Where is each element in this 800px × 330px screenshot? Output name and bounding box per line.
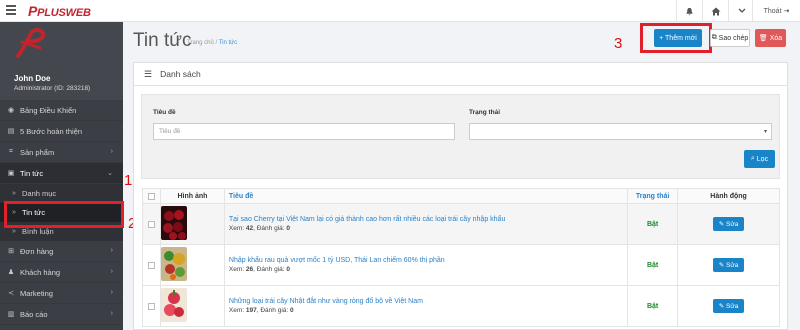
chevron-right-icon: › [110, 289, 113, 296]
sidebar-item-orders[interactable]: ⊞ Đơn hàng › [0, 241, 123, 262]
chevron-right-icon: › [110, 148, 113, 155]
annotation-number: 3 [614, 35, 623, 52]
share-icon: ≺ [8, 290, 14, 297]
news-title-link[interactable]: Nhập khẩu rau quả vượt mốc 1 tỷ USD, Thá… [229, 257, 627, 264]
sidebar-item-steps[interactable]: ▤ 5 Bước hoàn thiện [0, 121, 123, 142]
products-icon: ⌗ [9, 148, 13, 155]
cart-icon: ⊞ [8, 248, 14, 255]
sidebar-item-marketing[interactable]: ≺ Marketing › [0, 283, 123, 304]
chevron-right-icon: › [110, 268, 113, 275]
column-header-actions: Hành động [677, 188, 780, 204]
logo[interactable]: PPLUSWEB [28, 3, 91, 19]
thumbnail-fruit [160, 288, 187, 322]
table-row: Tại sao Cherry tại Việt Nam lại có giá t… [142, 203, 780, 245]
table-row: Những loại trái cây Nhật đắt như vàng rò… [142, 285, 780, 327]
row-checkbox[interactable] [147, 220, 155, 228]
pencil-icon: ✎ [718, 262, 725, 269]
page-title: Tin tức [133, 30, 192, 51]
sidebar-item-products[interactable]: ⌗ Sản phẩm › [0, 142, 123, 163]
column-header-image: Hình ảnh [159, 188, 225, 204]
user-profile: John Doe Administrator (ID: 283218) [0, 22, 123, 100]
edit-button[interactable]: ✎ Sửa [713, 258, 745, 272]
news-meta: Xem: 26, Đánh giá: 0 [228, 266, 290, 273]
row-checkbox[interactable] [147, 261, 155, 269]
list-icon: ☰ [144, 68, 153, 79]
copy-button[interactable]: ⧉ Sao chép [710, 29, 750, 47]
select-all-checkbox[interactable] [147, 192, 155, 200]
trash-icon: 🗑 [758, 35, 768, 42]
status-badge[interactable]: Bật [627, 203, 679, 245]
column-header-status[interactable]: Trạng thái [627, 188, 679, 204]
top-bar: PPLUSWEB Thoát ⇥ [0, 0, 800, 22]
news-meta: Xem: 42, Đánh giá: 0 [228, 225, 290, 232]
news-meta: Xem: 197, Đánh giá: 0 [228, 307, 294, 314]
panel-header: ☰ Danh sách [134, 63, 787, 86]
avatar [16, 28, 46, 58]
news-title-link[interactable]: Tại sao Cherry tại Việt Nam lại có giá t… [229, 216, 627, 223]
copy-icon: ⧉ [711, 34, 717, 41]
chevron-down-icon: ⌄ [107, 170, 113, 177]
delete-button[interactable]: 🗑 Xóa [755, 29, 786, 47]
hamburger-menu-icon[interactable] [6, 5, 16, 16]
status-filter-select[interactable]: ▾ [469, 123, 772, 140]
edit-button[interactable]: ✎ Sửa [713, 217, 745, 231]
title-filter-label: Tiêu đề [153, 109, 176, 116]
sidebar-item-reports[interactable]: ▥ Báo cáo › [0, 304, 123, 325]
customers-icon: ♟ [7, 269, 15, 276]
sidebar-item-news[interactable]: ▣ Tin tức ⌄ [0, 163, 123, 184]
table-header-row: Hình ảnh Tiêu đề Trạng thái Hành động [142, 188, 780, 204]
user-name: John Doe [14, 74, 51, 83]
sidebar: John Doe Administrator (ID: 283218) ◉ Bả… [0, 22, 123, 330]
column-header-title[interactable]: Tiêu đề [223, 188, 629, 204]
breadcrumb: Trang chủ / Tin tức [187, 40, 238, 46]
status-badge[interactable]: Bật [627, 244, 679, 286]
chevron-double-right-icon: » [12, 228, 16, 235]
filter-box: Tiêu đề Tiêu đề Trạng thái ▾ ⌕ Lọc [141, 94, 780, 179]
status-badge[interactable]: Bật [627, 285, 679, 327]
annotation-number: 1 [124, 172, 133, 189]
pencil-icon: ✎ [718, 303, 725, 310]
add-new-button[interactable]: + Thêm mới [654, 29, 702, 47]
dashboard-icon: ◉ [7, 107, 15, 114]
chevron-right-icon: › [110, 310, 113, 317]
thumbnail-cherry [160, 206, 187, 240]
user-role: Administrator (ID: 283218) [14, 85, 91, 92]
row-checkbox[interactable] [147, 302, 155, 310]
news-icon: ▣ [7, 170, 15, 177]
chevron-double-right-icon: » [12, 190, 16, 197]
news-title-link[interactable]: Những loại trái cây Nhật đắt như vàng rò… [229, 298, 627, 305]
breadcrumb-home[interactable]: Trang chủ [187, 40, 214, 46]
home-icon[interactable] [702, 0, 728, 22]
steps-icon: ▤ [7, 128, 15, 135]
filter-button[interactable]: ⌕ Lọc [744, 150, 775, 168]
report-icon: ▥ [7, 311, 15, 318]
list-panel: ☰ Danh sách Tiêu đề Tiêu đề Trạng thái ▾… [133, 62, 788, 330]
thumbnail-vegetables [160, 247, 187, 281]
search-icon: ⌕ [750, 155, 755, 162]
sidebar-item-customers[interactable]: ♟ Khách hàng › [0, 262, 123, 283]
annotation-box-news-menu [4, 201, 124, 228]
bell-icon[interactable] [676, 0, 702, 22]
status-filter-label: Trạng thái [469, 109, 501, 116]
logout-button[interactable]: Thoát ⇥ [752, 0, 800, 22]
title-filter-input[interactable]: Tiêu đề [153, 123, 455, 140]
breadcrumb-current: Tin tức [218, 40, 238, 46]
news-table: Hình ảnh Tiêu đề Trạng thái Hành động Tạ… [142, 188, 780, 327]
chevron-down-icon[interactable] [728, 0, 754, 22]
sidebar-item-dashboard[interactable]: ◉ Bảng Điều Khiển [0, 100, 123, 121]
chevron-right-icon: › [110, 247, 113, 254]
table-row: Nhập khẩu rau quả vượt mốc 1 tỷ USD, Thá… [142, 244, 780, 286]
caret-down-icon: ▾ [763, 129, 767, 135]
pencil-icon: ✎ [718, 221, 725, 228]
logout-icon: ⇥ [783, 8, 790, 15]
edit-button[interactable]: ✎ Sửa [713, 299, 745, 313]
